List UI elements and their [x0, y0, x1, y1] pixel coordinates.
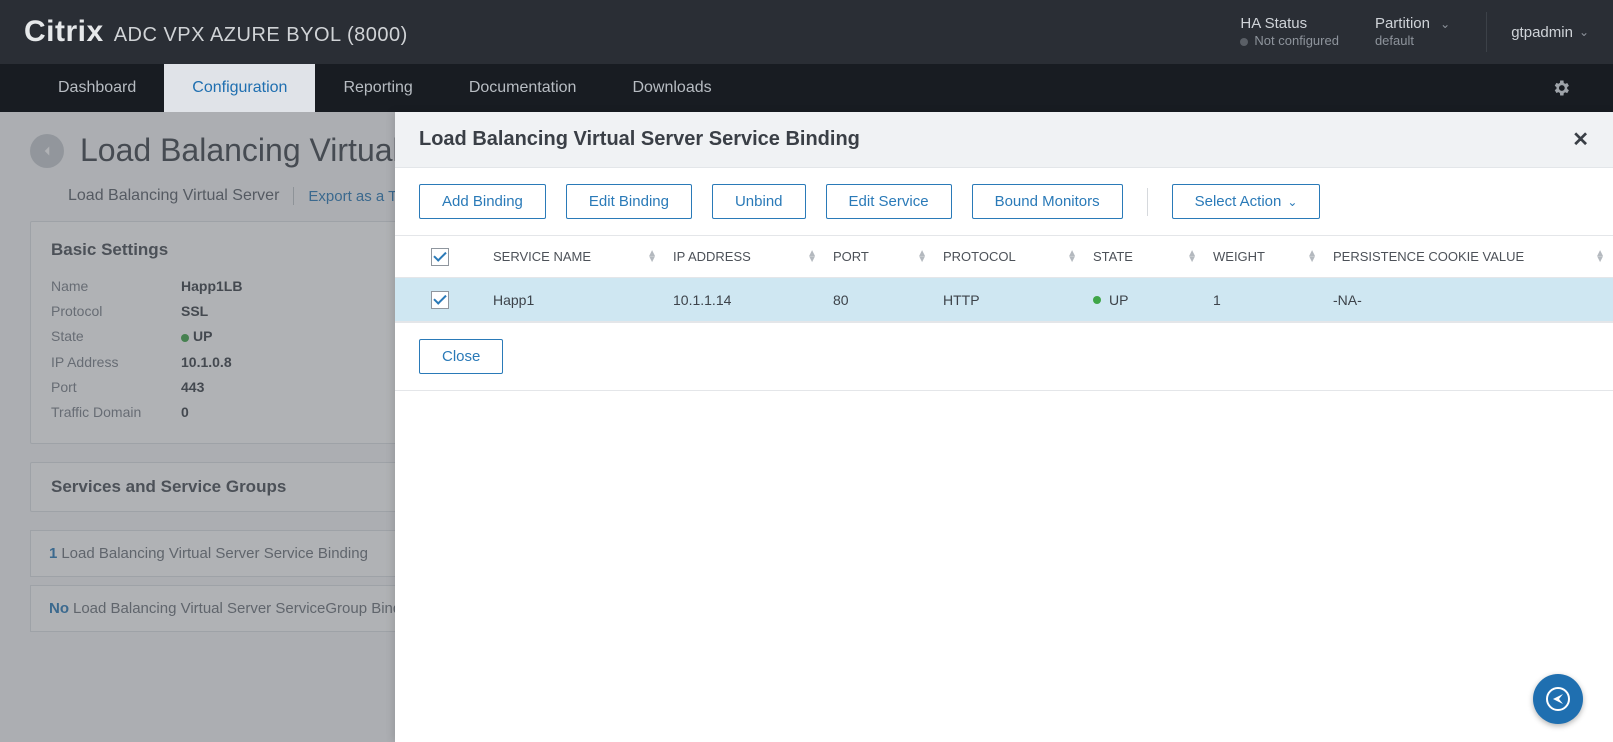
sort-icon: ▲▼: [917, 251, 927, 263]
sort-icon: ▲▼: [1067, 251, 1077, 263]
edit-service-button[interactable]: Edit Service: [826, 184, 952, 219]
user-menu[interactable]: gtpadmin ⌄: [1486, 12, 1589, 52]
nav-configuration[interactable]: Configuration: [164, 64, 315, 112]
modal-header: Load Balancing Virtual Server Service Bi…: [395, 112, 1613, 168]
select-all-checkbox[interactable]: [431, 248, 449, 266]
ha-status-block: HA Status Not configured: [1240, 15, 1339, 49]
cell-service-name: Happ1: [485, 292, 665, 308]
brand: Citrix ADC VPX AZURE BYOL (8000): [24, 15, 408, 49]
sort-icon: ▲▼: [1187, 251, 1197, 263]
close-button[interactable]: Close: [419, 339, 503, 374]
table-header: SERVICE NAME▲▼ IP ADDRESS▲▼ PORT▲▼ PROTO…: [395, 236, 1613, 278]
partition-value: default: [1375, 33, 1450, 49]
col-port[interactable]: PORT▲▼: [825, 249, 935, 264]
brand-logo: Citrix: [24, 15, 104, 49]
sort-icon: ▲▼: [1595, 251, 1605, 263]
chevron-down-icon: ⌄: [1440, 17, 1450, 31]
sort-icon: ▲▼: [807, 251, 817, 263]
bound-monitors-button[interactable]: Bound Monitors: [972, 184, 1123, 219]
nav-downloads[interactable]: Downloads: [604, 64, 739, 112]
ha-status-label: HA Status: [1240, 15, 1339, 33]
row-checkbox[interactable]: [431, 291, 449, 309]
send-feedback-fab[interactable]: [1533, 674, 1583, 724]
main-nav: Dashboard Configuration Reporting Docume…: [0, 64, 1613, 112]
breadcrumb-current: Load Balancing Virtual Server: [68, 187, 279, 205]
partition-dropdown[interactable]: Partition ⌄ default: [1375, 15, 1450, 49]
service-binding-modal: Load Balancing Virtual Server Service Bi…: [395, 112, 1613, 742]
nav-documentation[interactable]: Documentation: [441, 64, 605, 112]
edit-binding-button[interactable]: Edit Binding: [566, 184, 692, 219]
chevron-down-icon: ⌄: [1287, 195, 1297, 209]
top-bar: Citrix ADC VPX AZURE BYOL (8000) HA Stat…: [0, 0, 1613, 64]
ha-status-value: Not configured: [1240, 33, 1339, 49]
status-dot-icon: [1093, 296, 1101, 304]
col-protocol[interactable]: PROTOCOL▲▼: [935, 249, 1085, 264]
unbind-button[interactable]: Unbind: [712, 184, 806, 219]
gear-icon[interactable]: [1539, 64, 1583, 112]
col-state[interactable]: STATE▲▼: [1085, 249, 1205, 264]
status-dot-icon: [181, 334, 189, 342]
partition-label: Partition: [1375, 15, 1430, 32]
cell-protocol: HTTP: [935, 292, 1085, 308]
cell-ip: 10.1.1.14: [665, 292, 825, 308]
select-action-dropdown[interactable]: Select Action⌄: [1172, 184, 1321, 219]
user-name: gtpadmin: [1511, 24, 1573, 41]
sort-icon: ▲▼: [647, 251, 657, 263]
modal-footer: Close: [395, 323, 1613, 391]
col-service-name[interactable]: SERVICE NAME▲▼: [485, 249, 665, 264]
back-button[interactable]: [30, 134, 64, 168]
table-row[interactable]: Happ1 10.1.1.14 80 HTTP UP 1 -NA-: [395, 278, 1613, 322]
col-ip-address[interactable]: IP ADDRESS▲▼: [665, 249, 825, 264]
paper-plane-icon: [1546, 687, 1570, 711]
nav-reporting[interactable]: Reporting: [315, 64, 440, 112]
chevron-down-icon: ⌄: [1579, 25, 1589, 39]
modal-toolbar: Add Binding Edit Binding Unbind Edit Ser…: [395, 168, 1613, 235]
col-persistence-cookie[interactable]: PERSISTENCE COOKIE VALUE▲▼: [1325, 249, 1613, 264]
brand-product: ADC VPX AZURE BYOL (8000): [114, 24, 408, 47]
modal-title: Load Balancing Virtual Server Service Bi…: [419, 128, 1572, 151]
cell-state: UP: [1085, 292, 1205, 308]
cell-weight: 1: [1205, 292, 1325, 308]
add-binding-button[interactable]: Add Binding: [419, 184, 546, 219]
nav-dashboard[interactable]: Dashboard: [30, 64, 164, 112]
bindings-table: SERVICE NAME▲▼ IP ADDRESS▲▼ PORT▲▼ PROTO…: [395, 235, 1613, 323]
sort-icon: ▲▼: [1307, 251, 1317, 263]
close-icon[interactable]: ✕: [1572, 127, 1589, 152]
cell-cookie: -NA-: [1325, 292, 1613, 308]
col-weight[interactable]: WEIGHT▲▼: [1205, 249, 1325, 264]
cell-port: 80: [825, 292, 935, 308]
